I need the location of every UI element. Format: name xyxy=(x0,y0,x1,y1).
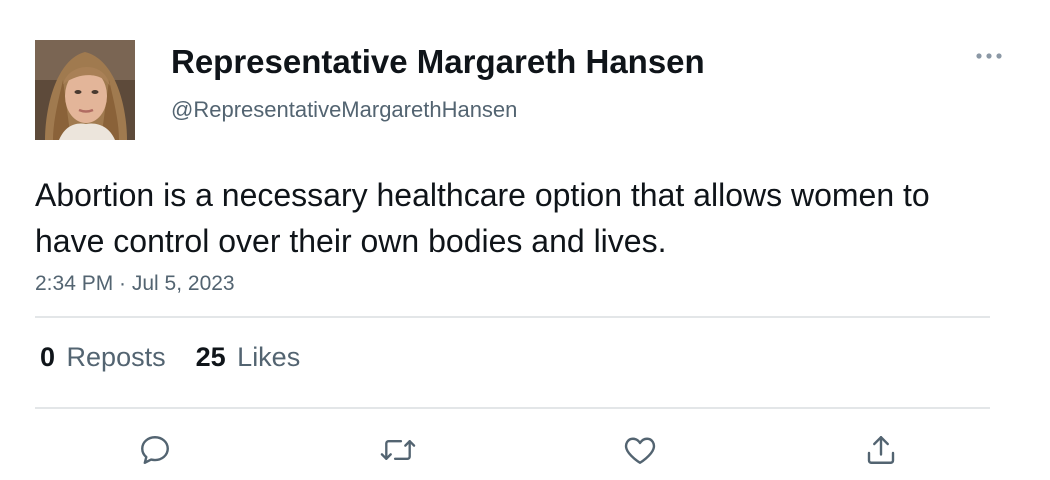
post-text: Abortion is a necessary healthcare optio… xyxy=(35,177,930,259)
reposts-stat[interactable]: 0 Reposts xyxy=(40,342,166,373)
avatar[interactable] xyxy=(35,40,135,140)
like-button[interactable] xyxy=(620,430,660,470)
post-stats: 0 Reposts 25 Likes xyxy=(40,342,300,373)
share-button[interactable] xyxy=(861,430,901,470)
tweet-card: Representative Margareth Hansen @Represe… xyxy=(0,0,1050,480)
reposts-count: 0 xyxy=(40,342,56,372)
repost-icon xyxy=(380,440,416,460)
likes-count: 25 xyxy=(195,342,226,372)
repost-button[interactable] xyxy=(378,430,418,470)
divider xyxy=(35,316,990,318)
author-display-name[interactable]: Representative Margareth Hansen xyxy=(171,43,705,81)
likes-stat[interactable]: 25 Likes xyxy=(196,342,301,373)
post-timestamp[interactable]: 2:34 PM · Jul 5, 2023 xyxy=(35,272,235,296)
more-horizontal-icon xyxy=(976,53,1002,59)
heart-icon xyxy=(624,437,656,464)
share-icon xyxy=(867,436,895,464)
author-handle[interactable]: @RepresentativeMargarethHansen xyxy=(171,97,517,123)
likes-label: Likes xyxy=(237,342,301,372)
reply-icon xyxy=(141,436,169,464)
reply-button[interactable] xyxy=(135,430,175,470)
divider xyxy=(35,407,990,409)
reposts-label: Reposts xyxy=(66,342,166,372)
profile-photo-icon xyxy=(35,40,135,140)
more-options-button[interactable] xyxy=(972,44,1006,68)
